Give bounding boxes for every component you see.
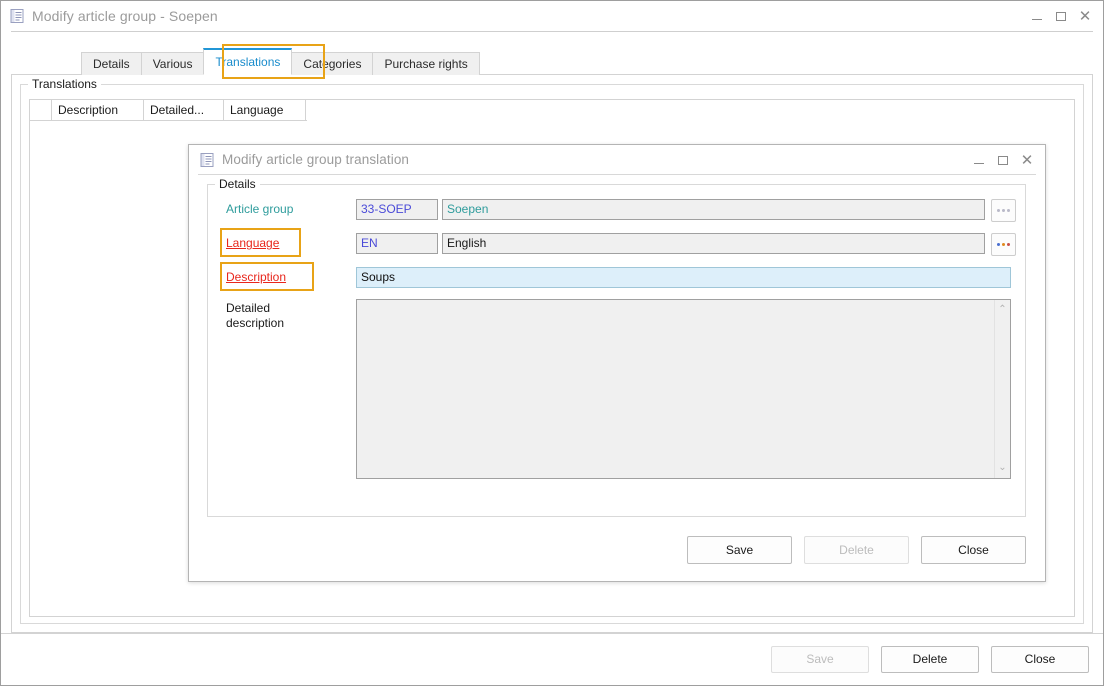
detailed-description-label-row: Detailed description <box>208 299 356 331</box>
article-group-name-input[interactable]: Soepen <box>442 199 985 220</box>
grid-column-language[interactable]: Language <box>224 100 306 120</box>
translation-dialog-titlebar: Modify article group translation ✕ <box>189 145 1045 174</box>
translation-dialog: Modify article group translation ✕ Detai… <box>188 144 1046 582</box>
language-row: Language EN English <box>208 233 1025 256</box>
main-window-controls: ✕ <box>1025 1 1097 31</box>
translations-grid-header: Description Detailed... Language <box>30 100 307 121</box>
maximize-icon[interactable] <box>991 148 1015 172</box>
minimize-icon[interactable] <box>967 148 991 172</box>
translation-close-button[interactable]: Close <box>921 536 1026 564</box>
translation-dialog-body: Details Article group 33-SOEP Soepen Lan… <box>198 174 1036 581</box>
language-label: Language <box>226 233 279 253</box>
ellipsis-dot-icon <box>1002 243 1005 246</box>
detailed-description-label: Detailed description <box>208 299 356 331</box>
detailed-description-scrollbar[interactable]: ⌃ ⌄ <box>994 300 1010 478</box>
document-icon <box>199 152 215 168</box>
main-window-footer: Save Delete Close <box>1 633 1103 685</box>
translation-dialog-footer: Save Delete Close <box>198 519 1036 581</box>
maximize-icon[interactable] <box>1049 4 1073 28</box>
tab-details[interactable]: Details <box>81 52 142 75</box>
language-name-input[interactable]: English <box>442 233 985 254</box>
document-icon <box>9 8 25 24</box>
description-input[interactable]: Soups <box>356 267 1011 288</box>
main-delete-button[interactable]: Delete <box>881 646 979 673</box>
ellipsis-dot-icon <box>997 243 1000 246</box>
description-label: Description <box>226 267 286 287</box>
article-group-code-input[interactable]: 33-SOEP <box>356 199 438 220</box>
article-group-label: Article group <box>208 199 356 219</box>
details-groupbox-legend: Details <box>215 177 260 191</box>
translation-dialog-title: Modify article group translation <box>222 152 409 167</box>
details-groupbox: Details Article group 33-SOEP Soepen Lan… <box>207 184 1026 517</box>
tab-purchase-rights[interactable]: Purchase rights <box>372 52 479 75</box>
ellipsis-dot-icon <box>1007 209 1010 212</box>
tab-categories[interactable]: Categories <box>291 52 373 75</box>
ellipsis-dot-icon <box>1002 209 1005 212</box>
tab-various[interactable]: Various <box>141 52 205 75</box>
grid-column-detailed[interactable]: Detailed... <box>144 100 224 120</box>
article-group-browse-button[interactable] <box>991 199 1016 222</box>
main-close-button[interactable]: Close <box>991 646 1089 673</box>
main-save-button[interactable]: Save <box>771 646 869 673</box>
translations-groupbox-legend: Translations <box>28 77 101 91</box>
detailed-description-text[interactable] <box>357 300 994 478</box>
main-window-titlebar: Modify article group - Soepen ✕ <box>1 1 1103 31</box>
ellipsis-dot-icon <box>997 209 1000 212</box>
grid-column-indicator[interactable] <box>30 100 52 120</box>
minimize-icon[interactable] <box>1025 4 1049 28</box>
scroll-down-icon[interactable]: ⌄ <box>996 461 1010 475</box>
language-code-input[interactable]: EN <box>356 233 438 254</box>
description-row: Description Soups <box>208 267 1025 288</box>
main-window-title: Modify article group - Soepen <box>32 8 218 24</box>
detailed-description-textarea[interactable]: ⌃ ⌄ <box>356 299 1011 479</box>
tabstrip: Details Various Translations Categories … <box>11 48 1093 75</box>
translation-dialog-controls: ✕ <box>967 145 1039 175</box>
grid-column-description[interactable]: Description <box>52 100 144 120</box>
scroll-up-icon[interactable]: ⌃ <box>996 303 1010 317</box>
article-group-row: Article group 33-SOEP Soepen <box>208 199 1025 222</box>
language-browse-button[interactable] <box>991 233 1016 256</box>
detailed-description-label-line1: Detailed <box>226 301 270 315</box>
ellipsis-dot-icon <box>1007 243 1010 246</box>
tab-translations[interactable]: Translations <box>203 48 292 75</box>
translation-save-button[interactable]: Save <box>687 536 792 564</box>
close-icon[interactable]: ✕ <box>1073 4 1097 28</box>
translation-delete-button[interactable]: Delete <box>804 536 909 564</box>
close-icon[interactable]: ✕ <box>1015 148 1039 172</box>
detailed-description-label-line2: description <box>226 316 284 330</box>
